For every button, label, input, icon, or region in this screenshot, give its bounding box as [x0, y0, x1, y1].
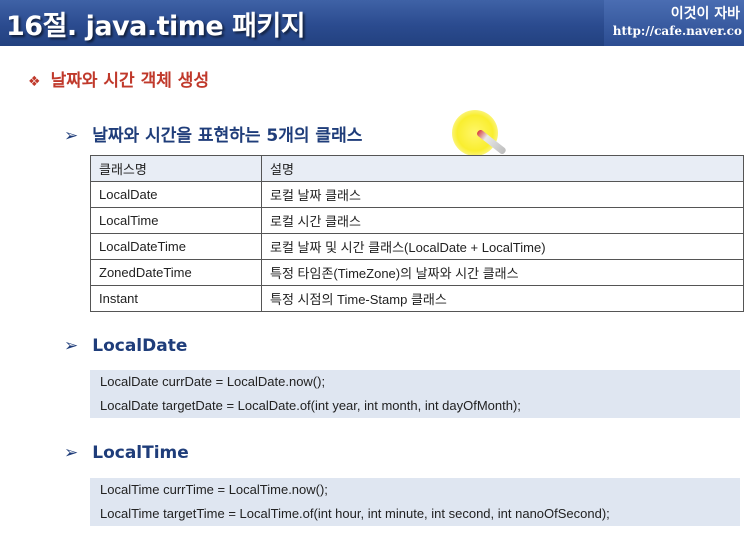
table-cell: 특정 시점의 Time-Stamp 클래스 — [261, 285, 744, 312]
subsection-localdate: ➢ LocalDate — [64, 336, 187, 356]
table-cell: 특정 타임존(TimeZone)의 날짜와 시간 클래스 — [261, 259, 744, 286]
table-row: ZonedDateTime 특정 타임존(TimeZone)의 날짜와 시간 클… — [90, 259, 744, 286]
subsection-localtime-title: LocalTime — [92, 443, 189, 463]
brand-url: http://cafe.naver.co — [612, 24, 742, 38]
subsection-classes: ➢ 날짜와 시간을 표현하는 5개의 클래스 — [64, 121, 362, 146]
brand-label: 이것이 자바 — [670, 6, 740, 22]
table-cell: LocalTime — [90, 207, 262, 234]
table-row: LocalDateTime 로컬 날짜 및 시간 클래스(LocalDate +… — [90, 233, 744, 260]
page-title: 16절. java.time 패키지 — [6, 11, 306, 42]
section-heading: ❖ 날짜와 시간 객체 생성 — [28, 66, 209, 91]
code-line: LocalTime currTime = LocalTime.now(); — [100, 482, 328, 497]
brand-panel: 이것이 자바 http://cafe.naver.co — [604, 0, 744, 46]
table-header-row: 클래스명 설명 — [90, 155, 744, 182]
localdate-code-block: LocalDate currDate = LocalDate.now(); Lo… — [90, 370, 740, 418]
section-heading-text: 날짜와 시간 객체 생성 — [50, 71, 210, 91]
table-cell: ZonedDateTime — [90, 259, 262, 286]
table-cell: 로컬 날짜 및 시간 클래스(LocalDate + LocalTime) — [261, 233, 744, 260]
table-cell: Instant — [90, 285, 262, 312]
class-table: 클래스명 설명 LocalDate 로컬 날짜 클래스 LocalTime 로컬… — [90, 155, 744, 312]
table-header-cell: 설명 — [261, 155, 744, 182]
table-cell: LocalDate — [90, 181, 262, 208]
table-cell: LocalDateTime — [90, 233, 262, 260]
subsection-classes-title: 날짜와 시간을 표현하는 5개의 클래스 — [92, 126, 363, 146]
table-row: Instant 특정 시점의 Time-Stamp 클래스 — [90, 285, 744, 312]
subsection-localtime: ➢ LocalTime — [64, 443, 189, 463]
table-cell: 로컬 시간 클래스 — [261, 207, 744, 234]
code-line: LocalDate currDate = LocalDate.now(); — [100, 374, 326, 389]
diamond-bullet-icon: ❖ — [28, 74, 41, 90]
table-row: LocalTime 로컬 시간 클래스 — [90, 207, 744, 234]
arrow-right-icon: ➢ — [64, 443, 79, 463]
localtime-code-block: LocalTime currTime = LocalTime.now(); Lo… — [90, 478, 740, 526]
subsection-localdate-title: LocalDate — [92, 336, 188, 356]
arrow-right-icon: ➢ — [64, 126, 79, 146]
table-row: LocalDate 로컬 날짜 클래스 — [90, 181, 744, 208]
table-cell: 로컬 날짜 클래스 — [261, 181, 744, 208]
arrow-right-icon: ➢ — [64, 336, 79, 356]
code-line: LocalDate targetDate = LocalDate.of(int … — [100, 398, 521, 413]
title-bar: 16절. java.time 패키지 이것이 자바 http://cafe.na… — [0, 0, 744, 46]
pointer-highlight — [452, 110, 498, 156]
table-header-cell: 클래스명 — [90, 155, 262, 182]
code-line: LocalTime targetTime = LocalTime.of(int … — [100, 506, 610, 521]
